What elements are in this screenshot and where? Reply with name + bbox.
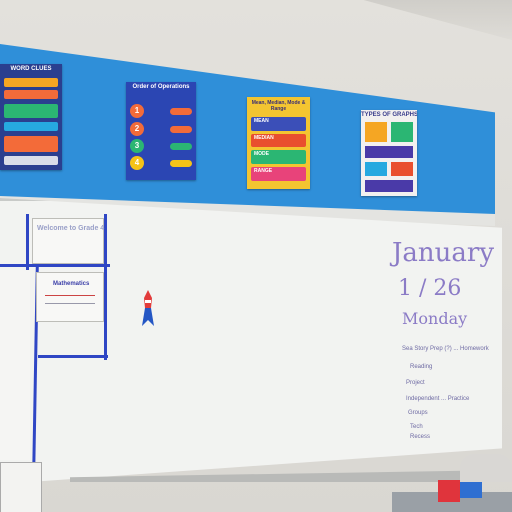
mean-label: MEAN [254,118,269,124]
poster-bar [170,160,192,167]
schedule-note: Reading [410,364,433,370]
poster-strip [4,104,58,118]
blue-tape [38,355,108,358]
blue-tape [104,214,107,360]
paper-stack [0,462,42,512]
poster-strip [4,78,58,87]
day-text: Monday [402,309,468,328]
word-clues-title: WORD CLUES [10,66,52,72]
schedule-note: Recess [410,434,431,440]
mode-strip: MODE [251,150,306,164]
schedule-note: Independent ... Practice [406,396,470,402]
graph-tile [365,180,413,192]
graph-tile [391,162,413,176]
order-of-operations-title: Order of Operations [132,84,190,90]
welcome-sheet: Welcome to Grade 4 [32,218,104,264]
mean-strip: MEAN [251,117,306,131]
graph-tile [365,122,387,142]
classroom-photo: WORD CLUES Order of Operations 1 2 3 4 M… [0,0,512,512]
rocket-magnet [142,290,154,326]
range-strip: RANGE [251,167,306,181]
poster-bar [170,108,192,115]
graph-tile [391,122,413,142]
left-notes-sheet [0,270,30,460]
schedule-note: Tech [410,424,423,430]
welcome-text: Welcome to Grade 4 [37,225,105,232]
mean-median-mode-range-poster: Mean, Median, Mode & Range MEAN MEDIAN M… [247,97,310,189]
bin [460,454,512,482]
step-number: 1 [130,104,144,118]
types-of-graphs-title: TYPES OF GRAPHS [361,112,417,118]
blue-tape [26,214,29,270]
red-cube [438,480,460,502]
poster-bar [170,143,192,150]
schedule-note: Groups [408,410,428,416]
median-label: MEDIAN [254,135,274,141]
poster-strip [4,90,58,99]
order-of-operations-poster: Order of Operations 1 2 3 4 [126,82,196,180]
word-clues-poster: WORD CLUES [0,64,62,170]
poster-bar [170,126,192,133]
month-text: January [392,238,495,268]
types-of-graphs-poster: TYPES OF GRAPHS [361,110,417,196]
mathematics-label: Mathematics [53,281,90,287]
schedule-note: Sea Story Prep (?) ... Homework [402,346,489,352]
poster-strip [4,122,58,131]
mmmr-title: Mean, Median, Mode & Range [251,100,306,112]
blue-tape [0,264,110,267]
poster-strip [4,136,58,152]
step-number: 4 [130,156,144,170]
date-text: 1 / 26 [398,276,462,301]
rule-line [45,303,95,304]
poster-strip [4,156,58,165]
range-label: RANGE [254,168,273,174]
graph-tile [365,162,387,176]
rule-line [45,295,95,296]
graph-tile [365,146,413,158]
mathematics-sheet: Mathematics [36,272,104,322]
step-number: 3 [130,139,144,153]
schedule-note: Project [406,380,425,386]
median-strip: MEDIAN [251,134,306,147]
mode-label: MODE [254,151,269,157]
step-number: 2 [130,122,144,136]
